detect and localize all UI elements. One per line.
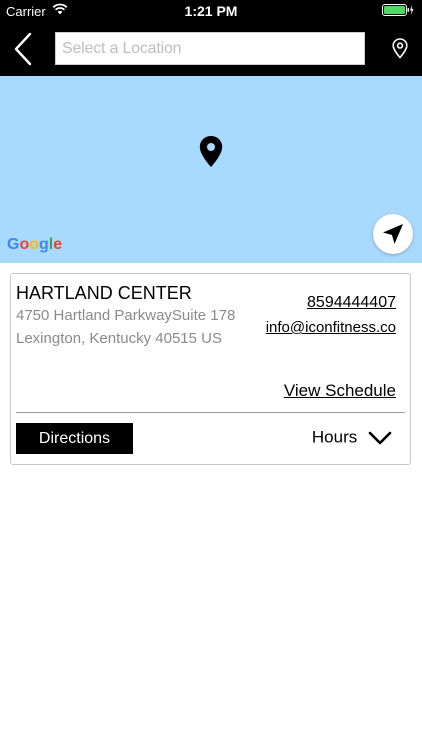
status-time: 1:21 PM <box>184 3 238 19</box>
location-pin-button[interactable] <box>392 38 408 64</box>
locate-me-button[interactable] <box>373 214 413 254</box>
card-divider <box>16 412 405 413</box>
directions-button[interactable]: Directions <box>16 423 133 454</box>
email-link[interactable]: info@iconfitness.co <box>266 319 396 336</box>
address-line-1: 4750 Hartland ParkwaySuite 178 <box>16 307 236 324</box>
battery-icon <box>382 4 414 20</box>
location-search-input[interactable] <box>55 32 365 65</box>
location-card: HARTLAND CENTER 4750 Hartland ParkwaySui… <box>10 273 411 465</box>
view-schedule-link[interactable]: View Schedule <box>284 381 396 401</box>
chevron-down-icon <box>368 431 392 444</box>
location-name: HARTLAND CENTER <box>16 283 192 303</box>
chevron-left-icon <box>14 32 32 66</box>
map-pin-outline-icon <box>392 38 408 59</box>
back-button[interactable] <box>10 31 40 67</box>
status-bar: Carrier 1:21 PM <box>0 0 422 23</box>
phone-link[interactable]: 8594444407 <box>307 294 396 312</box>
hours-toggle[interactable]: Hours <box>312 427 392 448</box>
map-pin-icon[interactable] <box>199 136 223 173</box>
nav-bar <box>0 23 422 76</box>
google-logo: Google <box>7 236 63 253</box>
address-line-2: Lexington, Kentucky 40515 US <box>16 330 222 347</box>
map-view[interactable]: Google <box>0 76 422 263</box>
hours-label: Hours <box>311 427 358 447</box>
navigation-arrow-icon <box>383 224 403 244</box>
